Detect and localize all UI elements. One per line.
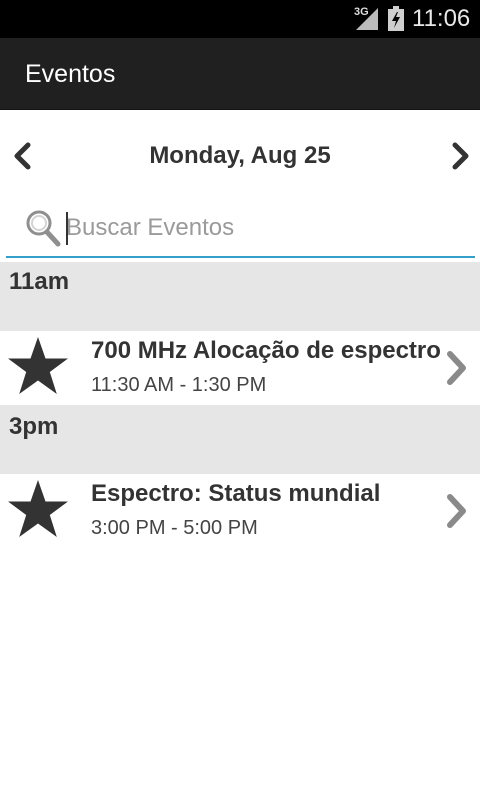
- chevron-right-icon[interactable]: [443, 349, 471, 387]
- event-title: 700 MHz Alocação de espectro: [91, 337, 441, 364]
- event-title: Espectro: Status mundial: [91, 480, 381, 507]
- section-header: 11am: [0, 262, 480, 331]
- text-cursor: [66, 212, 68, 245]
- current-date: Monday, Aug 25: [149, 142, 331, 169]
- action-bar: Eventos: [0, 38, 480, 110]
- status-bar: 3G 11:06: [0, 0, 480, 38]
- star-icon[interactable]: [6, 478, 70, 542]
- event-time: 3:00 PM - 5:00 PM: [91, 517, 258, 539]
- app-title: Eventos: [25, 60, 116, 88]
- battery-icon: [388, 6, 404, 31]
- search-bar: [6, 200, 475, 258]
- event-row[interactable]: 700 MHz Alocação de espectro 11:30 AM - …: [0, 331, 480, 405]
- event-time: 11:30 AM - 1:30 PM: [91, 374, 267, 396]
- event-row[interactable]: Espectro: Status mundial 3:00 PM - 5:00 …: [0, 474, 480, 550]
- section-header-label: 3pm: [9, 413, 59, 440]
- section-header-label: 11am: [9, 268, 70, 295]
- search-icon: [26, 210, 61, 247]
- star-icon[interactable]: [6, 335, 70, 399]
- section-header: 3pm: [0, 405, 480, 474]
- search-input[interactable]: [66, 208, 466, 248]
- date-navigator: Monday, Aug 25: [0, 128, 480, 184]
- chevron-right-icon[interactable]: [446, 140, 476, 172]
- chevron-right-icon[interactable]: [443, 492, 471, 530]
- status-clock: 11:06: [412, 5, 471, 32]
- signal-icon: [356, 8, 378, 30]
